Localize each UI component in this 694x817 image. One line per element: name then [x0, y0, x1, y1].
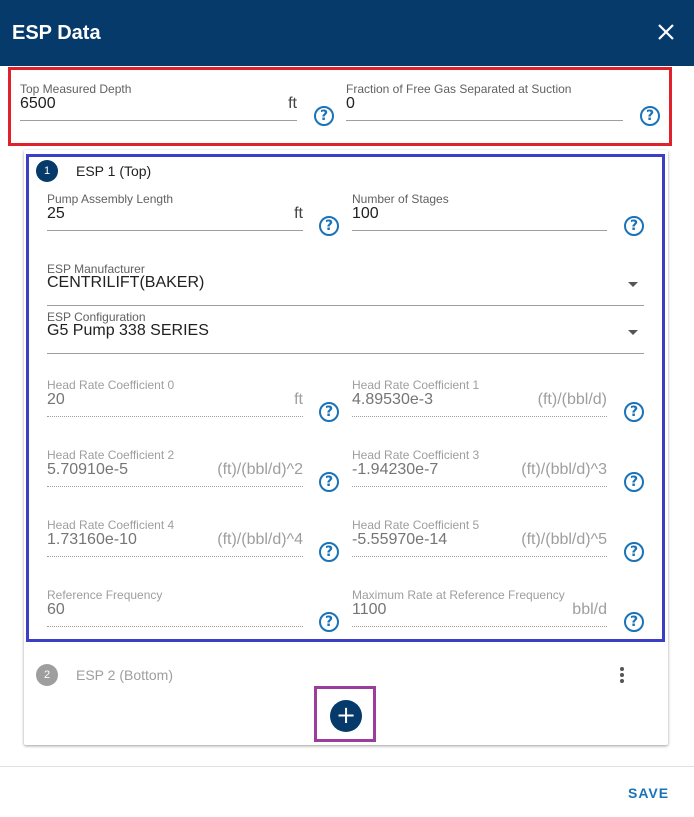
dialog-title: ESP Data	[12, 22, 101, 44]
step-badge-esp2: 2	[36, 664, 58, 686]
close-icon[interactable]	[654, 20, 678, 44]
footer-divider	[0, 766, 694, 767]
highlight-box-add	[314, 686, 376, 742]
more-vert-icon[interactable]	[615, 667, 629, 685]
save-button[interactable]: SAVE	[628, 785, 669, 801]
highlight-box-top-fields	[8, 67, 672, 146]
esp2-step-title[interactable]: ESP 2 (Bottom)	[76, 667, 173, 683]
highlight-box-esp1	[26, 154, 665, 642]
dialog-header: ESP Data	[0, 0, 694, 66]
